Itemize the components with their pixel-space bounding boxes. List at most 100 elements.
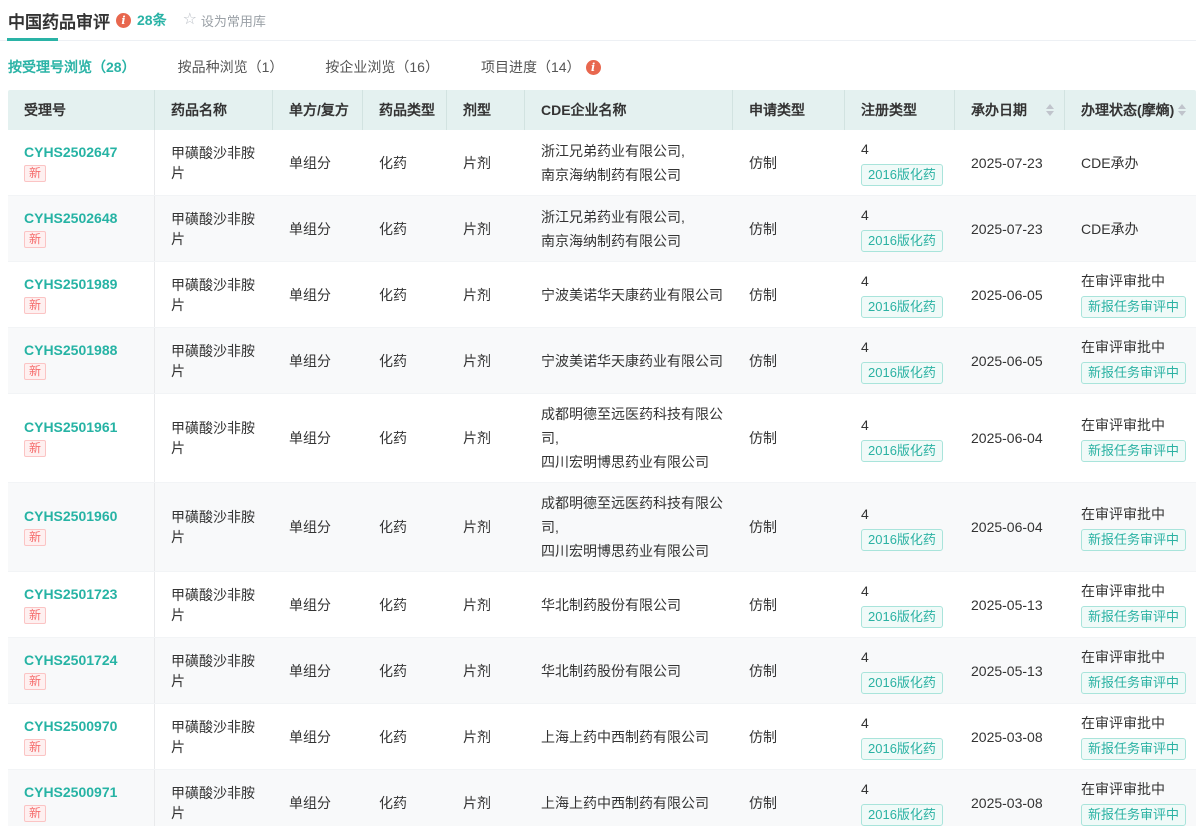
cell-undertake-date: 2025-03-08 (955, 770, 1065, 826)
star-icon: ☆ (183, 12, 197, 28)
processing-status: CDE承办 (1081, 153, 1139, 173)
cell-cde-company: 上海上药中西制药有限公司 (525, 770, 733, 826)
cell-drug-name: 甲磺酸沙非胺片 (155, 483, 273, 571)
table-row: CYHS2501723 新 甲磺酸沙非胺片 单组分 化药 片剂 华北制药股份有限… (8, 572, 1196, 638)
title-info-icon[interactable]: i (116, 13, 131, 28)
active-indicator (7, 38, 58, 41)
dosage-form: 片剂 (463, 285, 491, 305)
mono-compound: 单组分 (289, 517, 331, 537)
cell-mono-compound: 单组分 (273, 572, 363, 637)
table-row: CYHS2501989 新 甲磺酸沙非胺片 单组分 化药 片剂 宁波美诺华天康药… (8, 262, 1196, 328)
drug-type: 化药 (379, 428, 407, 448)
cell-undertake-date: 2025-03-08 (955, 704, 1065, 769)
header-cde-company: CDE企业名称 (525, 90, 733, 130)
cell-drug-name: 甲磺酸沙非胺片 (155, 572, 273, 637)
registration-number: 4 (861, 415, 869, 435)
cell-registration-type: 4 2016版化药 (845, 394, 955, 482)
acceptance-number-link[interactable]: CYHS2501988 (24, 342, 117, 358)
cell-processing-status: 在审评审批中 新报任务审评中 (1065, 262, 1196, 327)
acceptance-number-link[interactable]: CYHS2502647 (24, 144, 117, 160)
company-name: 华北制药股份有限公司 (541, 593, 681, 617)
application-type: 仿制 (749, 661, 777, 681)
acceptance-number-link[interactable]: CYHS2501961 (24, 419, 117, 435)
acceptance-number-link[interactable]: CYHS2502648 (24, 210, 117, 226)
cell-dosage-form: 片剂 (447, 262, 525, 327)
acceptance-number-link[interactable]: CYHS2501723 (24, 586, 117, 602)
cell-mono-compound: 单组分 (273, 704, 363, 769)
mono-compound: 单组分 (289, 595, 331, 615)
new-badge: 新 (24, 231, 46, 248)
dosage-form: 片剂 (463, 351, 491, 371)
application-type: 仿制 (749, 428, 777, 448)
registration-type-tag: 2016版化药 (861, 362, 943, 384)
acceptance-number-link[interactable]: CYHS2501989 (24, 276, 117, 292)
drug-type: 化药 (379, 517, 407, 537)
registration-number: 4 (861, 139, 869, 159)
cell-drug-name: 甲磺酸沙非胺片 (155, 196, 273, 261)
page: 中国药品审评 i 28条 ☆ 设为常用库 按受理号浏览（28） 按品种浏览（1）… (0, 0, 1196, 826)
drug-name: 甲磺酸沙非胺片 (171, 585, 265, 625)
undertake-date: 2025-07-23 (971, 219, 1043, 239)
cell-cde-company: 成都明德至远医药科技有限公司,四川宏明博思药业有限公司 (525, 394, 733, 482)
mono-compound: 单组分 (289, 428, 331, 448)
cell-cde-company: 成都明德至远医药科技有限公司,四川宏明博思药业有限公司 (525, 483, 733, 571)
drug-type: 化药 (379, 351, 407, 371)
status-badge: 新报任务审评中 (1081, 529, 1186, 551)
company-name: 浙江兄弟药业有限公司, (541, 139, 685, 163)
registration-type-tag: 2016版化药 (861, 440, 943, 462)
cell-acceptance-number: CYHS2501723 新 (8, 572, 155, 637)
cell-mono-compound: 单组分 (273, 770, 363, 826)
cell-dosage-form: 片剂 (447, 770, 525, 826)
acceptance-number-link[interactable]: CYHS2501724 (24, 652, 117, 668)
acceptance-number-link[interactable]: CYHS2500970 (24, 718, 117, 734)
new-badge: 新 (24, 673, 46, 690)
mono-compound: 单组分 (289, 219, 331, 239)
sort-undertake-date-button[interactable] (1046, 104, 1054, 116)
header-acceptance-number: 受理号 (8, 90, 155, 130)
registration-number: 4 (861, 504, 869, 524)
cell-processing-status: 在审评审批中 新报任务审评中 (1065, 572, 1196, 637)
sort-asc-icon (1046, 104, 1054, 109)
set-favorite-button[interactable]: ☆ 设为常用库 (183, 11, 266, 30)
cell-processing-status: 在审评审批中 新报任务审评中 (1065, 483, 1196, 571)
cell-application-type: 仿制 (733, 572, 845, 637)
table-row: CYHS2501724 新 甲磺酸沙非胺片 单组分 化药 片剂 华北制药股份有限… (8, 638, 1196, 704)
acceptance-number-link[interactable]: CYHS2501960 (24, 508, 117, 524)
project-progress-info-icon[interactable]: i (586, 60, 601, 75)
cell-drug-name: 甲磺酸沙非胺片 (155, 638, 273, 703)
cell-drug-type: 化药 (363, 394, 447, 482)
tab-project-progress[interactable]: 项目进度（14） i (481, 57, 601, 77)
company-name: 宁波美诺华天康药业有限公司 (541, 349, 723, 373)
cell-dosage-form: 片剂 (447, 572, 525, 637)
cell-acceptance-number: CYHS2501988 新 (8, 328, 155, 393)
registration-number: 4 (861, 713, 869, 733)
cell-cde-company: 宁波美诺华天康药业有限公司 (525, 262, 733, 327)
table-row: CYHS2500970 新 甲磺酸沙非胺片 单组分 化药 片剂 上海上药中西制药… (8, 704, 1196, 770)
drug-name: 甲磺酸沙非胺片 (171, 507, 265, 547)
acceptance-number-link[interactable]: CYHS2500971 (24, 784, 117, 800)
status-badge: 新报任务审评中 (1081, 804, 1186, 826)
application-type: 仿制 (749, 793, 777, 813)
undertake-date: 2025-05-13 (971, 595, 1043, 615)
company-name: 四川宏明博思药业有限公司 (541, 539, 709, 563)
cell-cde-company: 浙江兄弟药业有限公司,南京海纳制药有限公司 (525, 130, 733, 195)
tab-by-variety[interactable]: 按品种浏览（1） (178, 57, 284, 77)
cell-acceptance-number: CYHS2501960 新 (8, 483, 155, 571)
sort-desc-icon (1046, 111, 1054, 116)
tab-by-acceptance-number[interactable]: 按受理号浏览（28） (8, 57, 136, 77)
cell-registration-type: 4 2016版化药 (845, 572, 955, 637)
cell-mono-compound: 单组分 (273, 262, 363, 327)
drug-type: 化药 (379, 727, 407, 747)
status-badge: 新报任务审评中 (1081, 606, 1186, 628)
registration-number: 4 (861, 647, 869, 667)
dosage-form: 片剂 (463, 428, 491, 448)
cell-acceptance-number: CYHS2500970 新 (8, 704, 155, 769)
cell-registration-type: 4 2016版化药 (845, 130, 955, 195)
registration-number: 4 (861, 337, 869, 357)
cell-dosage-form: 片剂 (447, 196, 525, 261)
processing-status: 在审评审批中 (1081, 647, 1165, 667)
sort-processing-status-button[interactable] (1178, 104, 1186, 116)
cell-drug-type: 化药 (363, 572, 447, 637)
tab-by-enterprise[interactable]: 按企业浏览（16） (325, 57, 439, 77)
new-badge: 新 (24, 607, 46, 624)
